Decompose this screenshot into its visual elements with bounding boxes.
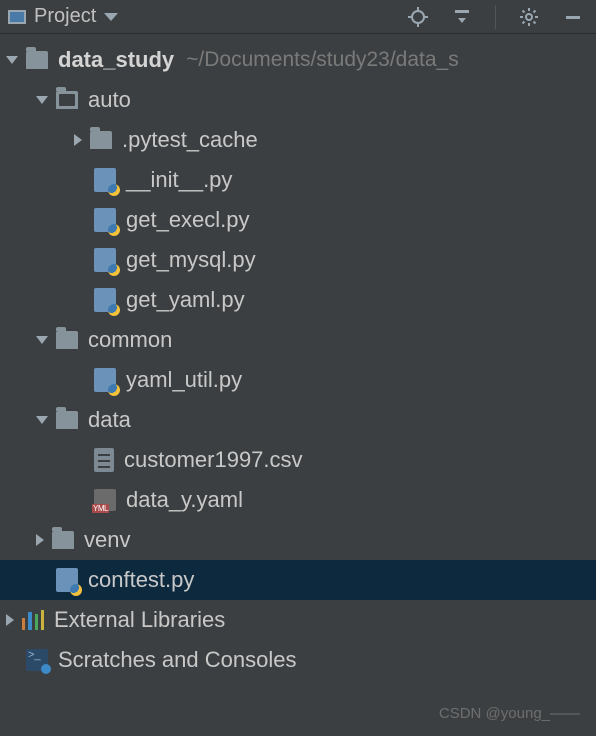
- tree-label: get_mysql.py: [126, 247, 256, 273]
- tree-row-init[interactable]: __init__.py: [0, 160, 596, 200]
- folder-icon: [26, 51, 48, 69]
- settings-gear-icon[interactable]: [518, 6, 540, 28]
- tree-label: get_yaml.py: [126, 287, 245, 313]
- chevron-right-icon[interactable]: [74, 134, 82, 146]
- tree-row-auto[interactable]: auto: [0, 80, 596, 120]
- dropdown-arrow-icon[interactable]: [104, 13, 118, 21]
- tree-row-pytest-cache[interactable]: .pytest_cache: [0, 120, 596, 160]
- tree-label: Scratches and Consoles: [58, 647, 296, 673]
- tree-row-venv[interactable]: venv: [0, 520, 596, 560]
- tree-label: data: [88, 407, 131, 433]
- chevron-right-icon[interactable]: [36, 534, 44, 546]
- chevron-down-icon[interactable]: [36, 336, 48, 344]
- yaml-file-icon: [94, 489, 116, 511]
- folder-icon: [56, 331, 78, 349]
- toolbar-divider: [495, 5, 496, 29]
- tree-label: common: [88, 327, 172, 353]
- python-file-icon: [56, 568, 78, 592]
- tree-row-conftest[interactable]: conftest.py: [0, 560, 596, 600]
- tree-label: yaml_util.py: [126, 367, 242, 393]
- tree-label: External Libraries: [54, 607, 225, 633]
- libraries-icon: [22, 610, 44, 630]
- folder-icon: [52, 531, 74, 549]
- tree-row-get-yaml[interactable]: get_yaml.py: [0, 280, 596, 320]
- tree-label: data_study: [58, 47, 174, 73]
- tree-row-scratches[interactable]: Scratches and Consoles: [0, 640, 596, 680]
- chevron-down-icon[interactable]: [36, 96, 48, 104]
- folder-icon: [56, 411, 78, 429]
- tree-row-customer-csv[interactable]: customer1997.csv: [0, 440, 596, 480]
- expand-all-icon[interactable]: [451, 6, 473, 28]
- tree-label: get_execl.py: [126, 207, 250, 233]
- tree-row-get-execl[interactable]: get_execl.py: [0, 200, 596, 240]
- project-tree: data_study ~/Documents/study23/data_s au…: [0, 34, 596, 680]
- csv-file-icon: [94, 448, 114, 472]
- scratches-icon: [26, 649, 48, 671]
- project-toolbar: Project: [0, 0, 596, 34]
- tree-path: ~/Documents/study23/data_s: [186, 48, 459, 72]
- tree-label: data_y.yaml: [126, 487, 243, 513]
- tree-row-common[interactable]: common: [0, 320, 596, 360]
- locate-icon[interactable]: [407, 6, 429, 28]
- tree-row-external-libs[interactable]: External Libraries: [0, 600, 596, 640]
- python-file-icon: [94, 368, 116, 392]
- python-file-icon: [94, 208, 116, 232]
- folder-icon: [90, 131, 112, 149]
- project-icon: [8, 10, 26, 24]
- watermark: CSDN @young_——: [439, 705, 580, 722]
- chevron-right-icon[interactable]: [6, 614, 14, 626]
- tree-label: venv: [84, 527, 130, 553]
- tree-row-data-yaml[interactable]: data_y.yaml: [0, 480, 596, 520]
- tree-row-root[interactable]: data_study ~/Documents/study23/data_s: [0, 40, 596, 80]
- chevron-down-icon[interactable]: [6, 56, 18, 64]
- tree-label: .pytest_cache: [122, 127, 258, 153]
- project-title[interactable]: Project: [34, 5, 96, 28]
- chevron-down-icon[interactable]: [36, 416, 48, 424]
- tree-row-get-mysql[interactable]: get_mysql.py: [0, 240, 596, 280]
- tree-label: customer1997.csv: [124, 447, 303, 473]
- tree-label: auto: [88, 87, 131, 113]
- tree-row-data[interactable]: data: [0, 400, 596, 440]
- python-file-icon: [94, 248, 116, 272]
- tree-label: conftest.py: [88, 567, 194, 593]
- tree-row-yaml-util[interactable]: yaml_util.py: [0, 360, 596, 400]
- python-file-icon: [94, 168, 116, 192]
- hide-icon[interactable]: [562, 6, 584, 28]
- python-file-icon: [94, 288, 116, 312]
- package-folder-icon: [56, 91, 78, 109]
- tree-label: __init__.py: [126, 167, 232, 193]
